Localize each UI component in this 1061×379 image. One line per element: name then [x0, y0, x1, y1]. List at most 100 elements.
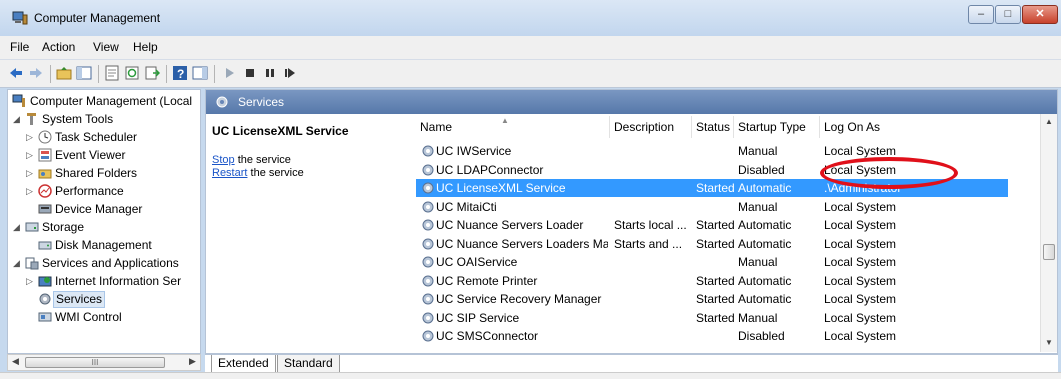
tree-horizontal-scrollbar[interactable]: ◀ III ▶	[7, 354, 201, 371]
menu-file[interactable]: File	[10, 40, 29, 54]
stop-service-icon[interactable]	[242, 65, 258, 81]
scrollbar-thumb[interactable]	[1043, 244, 1055, 260]
stop-service-link[interactable]: Stop	[212, 154, 235, 166]
column-header-description[interactable]: Description	[610, 116, 692, 138]
service-gear-icon	[422, 275, 434, 286]
forward-icon[interactable]	[28, 65, 44, 81]
cell-logon: Local System	[824, 273, 897, 288]
cell-startup: Manual	[738, 255, 778, 269]
menu-view[interactable]: View	[93, 40, 119, 54]
collapsed-arrow-icon[interactable]: ▷	[26, 146, 36, 164]
service-gear-icon	[422, 256, 434, 268]
table-row[interactable]: UC IWService Manual Local System	[416, 142, 1008, 160]
column-header-log-on-as[interactable]: Log On As	[820, 116, 1008, 138]
shared-folder-icon	[38, 169, 52, 179]
services-pane: Services UC LicenseXML Service Stop the …	[205, 89, 1058, 354]
tree-item-services-and-applications[interactable]: ◢ Services and Applications	[8, 254, 200, 272]
collapsed-arrow-icon[interactable]: ▷	[26, 272, 36, 290]
start-service-icon[interactable]	[222, 65, 238, 81]
back-icon[interactable]	[8, 65, 24, 81]
tree-item-computer-management[interactable]: Computer Management (Local	[8, 92, 200, 110]
minimize-button[interactable]: –	[968, 5, 994, 24]
cell-startup: Manual	[738, 144, 778, 158]
tree-item-system-tools[interactable]: ◢ System Tools	[8, 110, 200, 128]
tab-standard[interactable]: Standard	[277, 355, 340, 373]
tab-extended[interactable]: Extended	[211, 355, 276, 373]
column-header-name[interactable]: Name ▲	[416, 116, 610, 138]
tree-item-storage[interactable]: ◢ Storage	[8, 218, 200, 236]
navigation-tree: Computer Management (Local ◢ System Tool…	[7, 89, 201, 354]
tree-label: Storage	[42, 220, 85, 234]
tree-item-disk-management[interactable]: Disk Management	[8, 236, 200, 254]
column-header-name-label: Name	[420, 120, 453, 134]
help-icon[interactable]: ?	[172, 65, 188, 81]
toolbar-separator	[214, 65, 215, 83]
restart-service-icon[interactable]	[282, 65, 298, 81]
restart-service-link[interactable]: Restart	[212, 167, 247, 179]
maximize-button[interactable]: □	[995, 5, 1021, 24]
cell-status: Started	[696, 310, 734, 325]
cell-name: UC SMSConnector	[436, 329, 539, 343]
service-gear-icon	[422, 238, 434, 249]
tree-item-services[interactable]: Services	[8, 290, 200, 308]
status-bar	[0, 372, 1061, 379]
cell-name: UC Nuance Servers Loaders Ma...	[436, 236, 608, 251]
tree-item-shared-folders[interactable]: ▷ Shared Folders	[8, 164, 200, 182]
services-gear-icon	[39, 293, 51, 305]
scroll-right-arrow-icon[interactable]: ▶	[189, 356, 196, 367]
scroll-up-arrow-icon[interactable]: ▲	[1045, 117, 1053, 126]
cell-status: Started	[696, 218, 734, 232]
table-row[interactable]: UC SMSConnector Disabled Local System	[416, 327, 1008, 345]
event-viewer-icon	[38, 148, 52, 162]
scroll-left-arrow-icon[interactable]: ◀	[12, 356, 19, 367]
service-gear-icon	[422, 219, 434, 231]
scroll-down-arrow-icon[interactable]: ▼	[1045, 338, 1053, 347]
properties-icon[interactable]	[104, 65, 120, 81]
wmi-icon	[38, 312, 52, 322]
restart-service-line: Restart the service	[212, 167, 304, 179]
column-header-startup-type[interactable]: Startup Type	[734, 116, 820, 138]
table-row[interactable]: UC Nuance Servers Loader Starts local ...…	[416, 216, 1008, 234]
menu-help[interactable]: Help	[133, 40, 158, 54]
table-row[interactable]: UC OAIService Manual Local System	[416, 253, 1008, 271]
window-title: Computer Management	[34, 11, 161, 25]
table-row[interactable]: UC MitaiCti Manual Local System	[416, 198, 1008, 216]
show-hide-tree-icon[interactable]	[76, 65, 92, 81]
tree-item-event-viewer[interactable]: ▷ Event Viewer	[8, 146, 200, 164]
cell-logon: Local System	[824, 329, 897, 343]
collapsed-arrow-icon[interactable]: ▷	[26, 164, 36, 182]
table-row[interactable]: UC Remote Printer Started Automatic Local S…	[416, 272, 1008, 290]
cell-status: Started	[696, 273, 734, 288]
table-vertical-scrollbar[interactable]: ▲ ▼	[1040, 114, 1057, 352]
close-button[interactable]: ✕	[1022, 5, 1058, 24]
tree-item-wmi-control[interactable]: WMI Control	[8, 308, 200, 326]
refresh-icon[interactable]	[124, 65, 140, 81]
action-pane-icon[interactable]	[192, 65, 208, 81]
collapsed-arrow-icon[interactable]: ▷	[26, 182, 36, 200]
tree-label: System Tools	[42, 112, 114, 126]
expanded-arrow-icon[interactable]: ◢	[13, 110, 23, 128]
table-row[interactable]: UC SIP Service Started Manual Local System	[416, 309, 1008, 327]
cell-name: UC Service Recovery Manager	[436, 292, 602, 306]
tree-item-performance[interactable]: ▷ Performance	[8, 182, 200, 200]
column-header-status[interactable]: Status	[692, 116, 734, 138]
pause-service-icon[interactable]	[262, 65, 278, 81]
table-row[interactable]: UC Service Recovery Manager Started Automa…	[416, 290, 1008, 308]
cell-startup: Disabled	[738, 329, 785, 343]
export-list-icon[interactable]	[144, 65, 160, 81]
menu-action[interactable]: Action	[42, 40, 75, 54]
services-header-title: Services	[238, 95, 285, 109]
tree-item-task-scheduler[interactable]: ▷ Task Scheduler	[8, 128, 200, 146]
tree-item-iis[interactable]: ▷ Internet Information Ser	[8, 272, 200, 290]
scrollbar-thumb[interactable]: III	[25, 357, 165, 368]
cell-startup: Automatic	[738, 181, 792, 195]
collapsed-arrow-icon[interactable]: ▷	[26, 128, 36, 146]
expanded-arrow-icon[interactable]: ◢	[13, 218, 23, 236]
up-folder-icon[interactable]	[56, 65, 72, 81]
cell-logon: Local System	[824, 255, 897, 269]
expanded-arrow-icon[interactable]: ◢	[13, 254, 23, 272]
tree-label: Event Viewer	[55, 148, 126, 162]
tree-item-device-manager[interactable]: Device Manager	[8, 200, 200, 218]
cell-status: Started	[696, 236, 734, 251]
table-row[interactable]: UC Nuance Servers Loaders Ma... Starts an…	[416, 235, 1008, 253]
